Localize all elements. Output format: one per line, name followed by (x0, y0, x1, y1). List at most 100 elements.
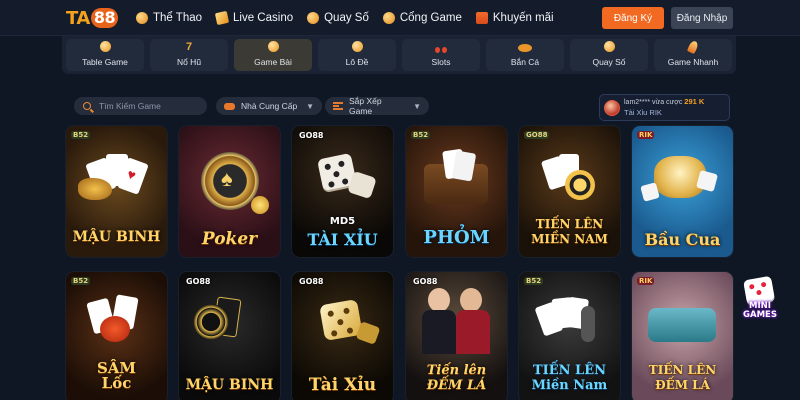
fish-icon (518, 44, 532, 52)
winner-game: Tài Xỉu RIK (624, 108, 662, 117)
game-title: Poker (201, 229, 258, 249)
login-button[interactable]: Đăng Nhập (671, 7, 733, 29)
category-quay-so[interactable]: Quay Số (570, 39, 648, 71)
game-card-tien-len-b52[interactable]: B52 TIẾN LÊN Miền Nam (519, 272, 620, 400)
dice-icon (99, 41, 111, 52)
game-card-poker[interactable]: ♠ Poker (179, 126, 280, 257)
game-title: Bầu Cua (644, 230, 721, 249)
coin-art (251, 196, 269, 214)
character-art (460, 288, 482, 312)
provider-dropdown-label: Nhà Cung Cấp (241, 101, 298, 111)
ball-icon (136, 12, 148, 24)
site-logo[interactable]: TA 88 (66, 7, 119, 29)
game-card-bau-cua[interactable]: RIK Bầu Cua (632, 126, 733, 257)
game-card-tien-len-dem-la-go88[interactable]: GO88 Tiến lên ĐẾM LÁ (406, 272, 507, 400)
logo-ta-text: TA (66, 7, 90, 29)
provider-badge: GO88 (413, 277, 438, 286)
chevron-down-icon: ▼ (306, 101, 314, 111)
gamepad-icon (224, 102, 235, 110)
provider-badge: GO88 (299, 131, 324, 140)
winner-user: lam2**** (624, 99, 651, 106)
provider-badge: GO88 (299, 277, 324, 286)
category-game-nhanh[interactable]: Game Nhanh (654, 39, 732, 71)
nav-item-quay-so[interactable]: Quay Số (307, 12, 369, 24)
game-card-tien-len-dem-la-rik[interactable]: RIK TIẾN LÊN ĐẾM LÁ (632, 272, 733, 400)
character-art (422, 310, 456, 354)
register-button[interactable]: Đăng Ký (602, 7, 664, 29)
winner-action: vừa cược (652, 99, 683, 106)
provider-badge: B52 (71, 277, 91, 285)
mini-games-label: MINI GAMES (743, 301, 777, 320)
game-title: TÀI XỈU (307, 230, 378, 249)
search-input[interactable] (99, 101, 199, 111)
table-art (424, 148, 488, 204)
game-card-tai-xiu-go88[interactable]: GO88 Tài Xỉu (292, 272, 393, 400)
gamepad-icon (382, 12, 395, 24)
provider-badge: B52 (71, 131, 91, 139)
category-label: Lô Đề (345, 57, 369, 67)
category-game-bai[interactable]: Game Bài (234, 39, 312, 71)
chevron-down-icon: ▼ (413, 101, 422, 111)
main-nav: Thể Thao Live Casino Quay Số Cổng Game K… (136, 0, 554, 36)
avatar (604, 99, 620, 116)
nav-item-label: Quay Số (324, 12, 369, 24)
dice-icon (743, 275, 775, 305)
table-art (648, 308, 716, 342)
provider-dropdown[interactable]: Nhà Cung Cấp ▼ (216, 97, 322, 115)
chips-icon (267, 41, 279, 52)
game-title: PHỎM (423, 227, 490, 248)
game-card-tai-xiu-md5[interactable]: GO88 MD5 TÀI XỈU (292, 126, 393, 257)
top-bar: TA 88 Thể Thao Live Casino Quay Số Cổng … (0, 0, 800, 36)
nav-item-label: Khuyến mãi (492, 12, 554, 24)
sort-icon (333, 102, 343, 110)
provider-badge: RIK (637, 277, 655, 285)
category-lo-de[interactable]: Lô Đề (318, 39, 396, 71)
nav-item-the-thao[interactable]: Thể Thao (136, 12, 202, 24)
nav-item-label: Cổng Game (399, 12, 462, 24)
logo-88-text: 88 (90, 8, 119, 28)
category-label: Slots (431, 57, 451, 67)
poker-chip-art (193, 304, 229, 340)
number-seven-icon: 7 (185, 41, 193, 53)
provider-badge: B52 (411, 131, 431, 139)
recent-winner-ticker[interactable]: lam2**** vừa cược 291 K Tài Xỉu RIK (599, 94, 730, 121)
cards-and-chip-art (539, 154, 601, 200)
sort-dropdown-label: Sắp Xếp Game (349, 96, 382, 116)
winner-line: lam2**** vừa cược 291 K (624, 97, 704, 108)
winner-amount: 291 K (684, 97, 705, 106)
game-card-phom[interactable]: B52 PHỎM (406, 126, 507, 257)
category-label: Quay Số (592, 57, 626, 67)
category-no-hu[interactable]: 7 Nổ Hũ (150, 39, 228, 71)
cards-icon (214, 10, 230, 26)
game-title: TIẾN LÊN ĐẾM LÁ (648, 363, 717, 392)
mini-games-button[interactable]: MINI GAMES (737, 275, 783, 326)
category-slots[interactable]: Slots (402, 39, 480, 71)
category-label: Table Game (82, 57, 128, 67)
category-table-game[interactable]: Table Game (66, 39, 144, 71)
nav-item-cong-game[interactable]: Cổng Game (382, 12, 462, 24)
playing-cards-art: ♥ (78, 154, 149, 202)
playing-cards-art (84, 294, 148, 342)
character-art (456, 310, 490, 354)
game-card-sam-loc[interactable]: B52 SÂM Lốc (66, 272, 167, 400)
playing-cards-art (534, 296, 601, 342)
game-card-mau-binh-go88[interactable]: GO88 MẬU BINH (179, 272, 280, 400)
search-box (74, 97, 207, 115)
category-strip: Table Game 7 Nổ Hũ Game Bài Lô Đề Slots … (62, 36, 736, 74)
category-label: Nổ Hũ (176, 57, 202, 67)
game-title: Tài Xỉu (308, 375, 377, 395)
coin-icon (351, 41, 363, 52)
character-art (428, 288, 450, 312)
nav-item-live-casino[interactable]: Live Casino (214, 10, 293, 26)
game-card-mau-binh-b52[interactable]: ♥ B52 MẬU BINH (66, 126, 167, 257)
category-ban-ca[interactable]: Bắn Cá (486, 39, 564, 71)
nav-item-khuyen-mai[interactable]: Khuyến mãi (475, 12, 554, 24)
nav-item-label: Thể Thao (153, 12, 203, 24)
sort-dropdown[interactable]: Sắp Xếp Game ▼ (325, 96, 429, 116)
gift-icon (475, 12, 488, 24)
search-icon (83, 102, 91, 110)
category-label: Game Bài (254, 57, 292, 67)
category-label: Bắn Cá (510, 57, 540, 67)
game-card-tien-len-go88[interactable]: GO88 TIẾN LÊN MIỀN NAM (519, 126, 620, 257)
game-subtitle: MD5 (329, 216, 356, 227)
